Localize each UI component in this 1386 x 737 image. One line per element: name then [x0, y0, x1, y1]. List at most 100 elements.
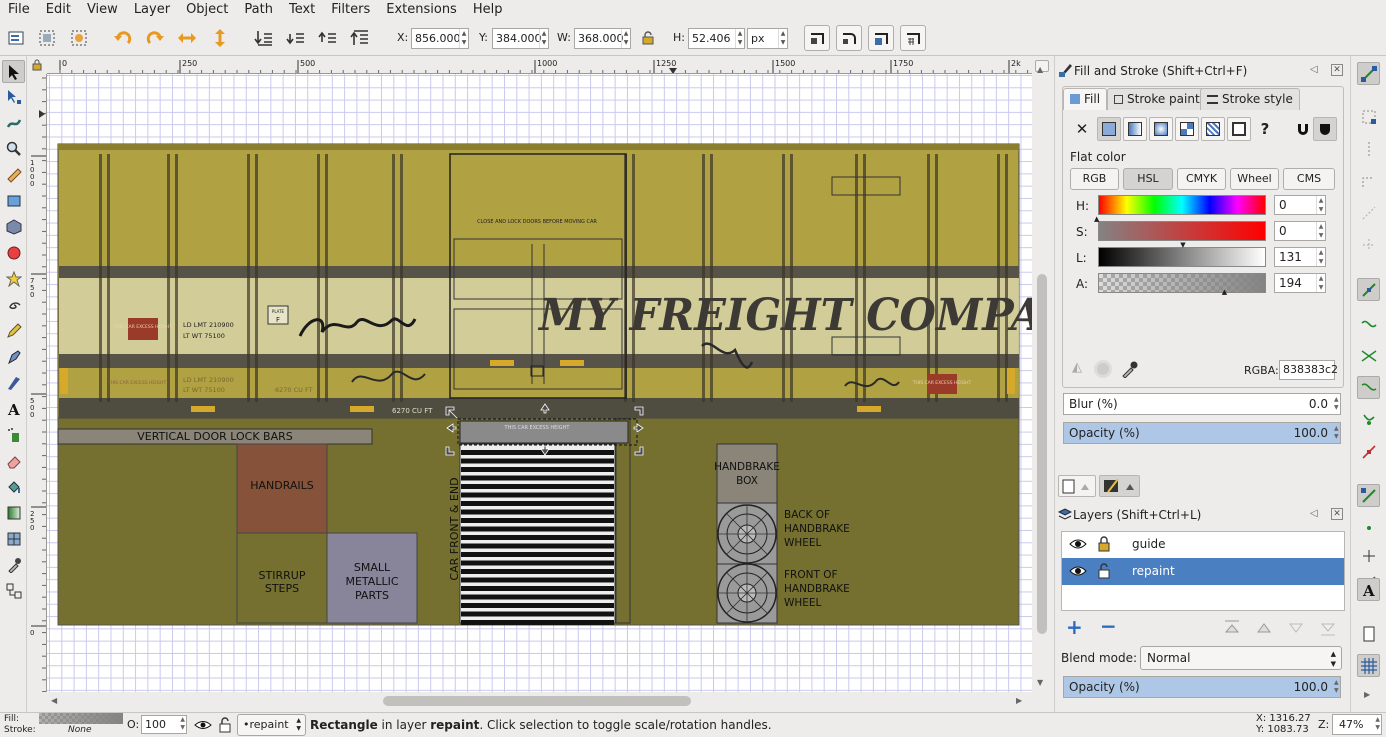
- scroll-down-icon[interactable]: ▼: [1037, 678, 1043, 687]
- scroll-left-icon[interactable]: ◀: [51, 696, 57, 705]
- y-field[interactable]: 384.000 ▲ ▼: [492, 28, 549, 49]
- spin-arrows-icon[interactable]: ▲ ▼: [1316, 274, 1325, 292]
- ellipse-tool-icon[interactable]: [2, 241, 25, 264]
- raise-to-top-icon[interactable]: [347, 25, 373, 51]
- object-opacity-slider[interactable]: Opacity (%) 100.0: [1063, 422, 1341, 444]
- front-handbrake-wheel[interactable]: [716, 563, 778, 624]
- scale-stroke-icon[interactable]: [804, 25, 830, 51]
- lower-icon[interactable]: [283, 25, 309, 51]
- add-layer-icon[interactable]: +: [1066, 617, 1086, 638]
- snap-bbox-icon[interactable]: [1357, 105, 1380, 128]
- spin-arrows-icon[interactable]: ▲ ▼: [1316, 222, 1325, 240]
- mode-cms-button[interactable]: CMS: [1283, 168, 1335, 190]
- snap-cusp-nodes-icon[interactable]: [1357, 376, 1380, 399]
- visibility-eye-icon[interactable]: [1068, 558, 1088, 595]
- alpha-field[interactable]: 194 ▲ ▼: [1274, 273, 1326, 293]
- drawing-canvas[interactable]: CLOSE AND LOCK DOORS BEFORE MOVING CAR M…: [47, 74, 1032, 692]
- vertical-scrollbar[interactable]: ▲ ▼: [1032, 56, 1052, 692]
- dropper-tool-icon[interactable]: [2, 553, 25, 576]
- snap-page-icon[interactable]: [1357, 622, 1380, 645]
- menu-file[interactable]: File: [0, 0, 38, 20]
- mesh-tool-icon[interactable]: [2, 527, 25, 550]
- select-all-icon[interactable]: [3, 25, 29, 51]
- measure-tool-icon[interactable]: [2, 163, 25, 186]
- layer-to-top-icon[interactable]: [1222, 618, 1242, 638]
- spray-tool-icon[interactable]: [2, 423, 25, 446]
- eraser-tool-icon[interactable]: [2, 449, 25, 472]
- node-tool-icon[interactable]: [2, 85, 25, 108]
- select-same-icon[interactable]: [66, 25, 92, 51]
- gradient-tool-icon[interactable]: [2, 501, 25, 524]
- blur-slider[interactable]: Blur (%) 0.0: [1063, 393, 1341, 415]
- bucket-tool-icon[interactable]: [2, 475, 25, 498]
- lightness-marker-icon[interactable]: ▼: [1180, 241, 1185, 249]
- horizontal-scroll-thumb[interactable]: [383, 696, 691, 706]
- pencil-tool-icon[interactable]: [2, 319, 25, 342]
- blend-mode-select[interactable]: Normal ▲ ▼: [1140, 646, 1342, 670]
- panel-close-icon[interactable]: ✕: [1331, 64, 1343, 76]
- selector-tool-icon[interactable]: [2, 60, 25, 83]
- handbrake-box-swatch[interactable]: [716, 443, 778, 504]
- layer-lock-icon[interactable]: [218, 716, 232, 734]
- fill-rule-nonzero-icon[interactable]: [1313, 117, 1337, 141]
- unit-select[interactable]: px ▲ ▼: [747, 28, 788, 49]
- flat-color-icon[interactable]: [1097, 117, 1121, 141]
- current-layer-select[interactable]: •repaint ▲ ▼: [237, 714, 306, 736]
- layer-opacity-spin-icon[interactable]: ▲ ▼: [1334, 679, 1339, 695]
- connector-tool-icon[interactable]: [2, 579, 25, 602]
- layer-visibility-icon[interactable]: [194, 716, 212, 734]
- layers-collapse-icon[interactable]: ◁: [1310, 508, 1318, 519]
- zoom-tool-icon[interactable]: [2, 137, 25, 160]
- mesh-gradient-icon[interactable]: [1175, 117, 1199, 141]
- company-name-text[interactable]: MY FREIGHT COMPANY: [537, 290, 1032, 341]
- layer-row-guide[interactable]: guide: [1062, 531, 1344, 558]
- menu-view[interactable]: View: [79, 0, 126, 20]
- unset-paint-icon[interactable]: ?: [1253, 117, 1277, 141]
- layer-unlocked-icon[interactable]: [1097, 558, 1111, 595]
- fill-indicator-swatch[interactable]: [39, 713, 123, 724]
- lower-to-bottom-icon[interactable]: [251, 25, 277, 51]
- vertical-ruler[interactable]: 10007505002500: [27, 74, 47, 692]
- menu-text[interactable]: Text: [281, 0, 323, 20]
- snap-smooth-nodes-icon[interactable]: [1357, 408, 1380, 431]
- menu-extensions[interactable]: Extensions: [378, 0, 465, 20]
- snap-nodes-icon[interactable]: [1357, 278, 1380, 301]
- linear-gradient-icon[interactable]: [1123, 117, 1147, 141]
- layer-to-bottom-icon[interactable]: [1318, 618, 1338, 638]
- radial-gradient-icon[interactable]: [1149, 117, 1173, 141]
- snap-bbox-corners-icon[interactable]: [1357, 169, 1380, 192]
- scroll-right-icon[interactable]: ▶: [1016, 696, 1022, 705]
- snap-bbox-midpoints-icon[interactable]: [1357, 201, 1380, 224]
- mode-cmyk-button[interactable]: CMYK: [1177, 168, 1226, 190]
- horizontal-ruler[interactable]: 0 250 500 1000 1250 1500 1750 2k: [47, 56, 1032, 74]
- snap-others-icon[interactable]: [1357, 484, 1380, 507]
- stroke-indicator-value[interactable]: None: [68, 725, 91, 735]
- lightness-slider[interactable]: [1098, 247, 1266, 267]
- alpha-slider[interactable]: [1098, 273, 1266, 293]
- text-tool-icon[interactable]: A: [2, 397, 25, 420]
- spin-arrows-icon[interactable]: ▲ ▼: [1375, 716, 1380, 732]
- mode-hsl-button[interactable]: HSL: [1123, 168, 1173, 190]
- snap-midpoints-icon[interactable]: [1357, 440, 1380, 463]
- flip-vertical-icon[interactable]: [207, 25, 233, 51]
- menu-object[interactable]: Object: [178, 0, 236, 20]
- fill-rule-evenodd-icon[interactable]: [1291, 117, 1315, 141]
- hue-field[interactable]: 0 ▲ ▼: [1274, 195, 1326, 215]
- swatch-icon[interactable]: [1227, 117, 1251, 141]
- tab-stroke-style[interactable]: Stroke style: [1200, 88, 1300, 110]
- scale-corners-icon[interactable]: [836, 25, 862, 51]
- layer-opacity-slider[interactable]: Opacity (%) 100.0: [1063, 676, 1341, 698]
- spin-arrows-icon[interactable]: ▲ ▼: [735, 29, 744, 48]
- calligraphy-tool-icon[interactable]: [2, 371, 25, 394]
- spin-arrows-icon[interactable]: ▲ ▼: [180, 716, 185, 732]
- drawing-svg[interactable]: CLOSE AND LOCK DOORS BEFORE MOVING CAR M…: [47, 74, 1032, 692]
- snap-bbox-edges-icon[interactable]: [1357, 137, 1380, 160]
- raise-layer-icon[interactable]: [1254, 618, 1274, 638]
- mode-rgb-button[interactable]: RGB: [1070, 168, 1119, 190]
- snap-text-icon[interactable]: A: [1357, 578, 1380, 601]
- opacity-spin-icon[interactable]: ▲ ▼: [1334, 425, 1339, 441]
- spin-arrows-icon[interactable]: ▲ ▼: [539, 29, 548, 48]
- spiral-tool-icon[interactable]: [2, 293, 25, 316]
- lock-ratio-icon[interactable]: [637, 27, 659, 49]
- raise-icon[interactable]: [315, 25, 341, 51]
